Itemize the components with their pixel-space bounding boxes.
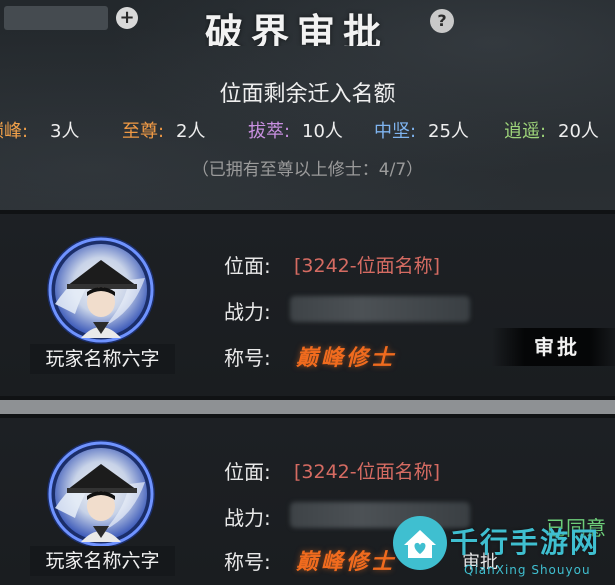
house-heart-logo-icon: [393, 516, 447, 570]
watermark-brand: 千行手游网: [450, 526, 601, 559]
add-currency-button[interactable]: +: [116, 7, 138, 29]
player-name: 玩家名称六字: [30, 546, 175, 576]
rank-title-label: 称号:: [224, 346, 271, 370]
quota-elite-label: 拔萃:: [248, 121, 291, 142]
approve-button[interactable]: 审批: [492, 328, 615, 366]
power-label: 战力:: [224, 506, 271, 530]
rank-title-label: 称号:: [224, 550, 271, 574]
player-name: 玩家名称六字: [30, 344, 175, 374]
watermark-url: QianXing Shouyou: [464, 563, 591, 577]
plane-label: 位面:: [224, 460, 271, 484]
plane-value: [3242-位面名称]: [294, 255, 441, 277]
page-title: 破界审批: [205, 10, 390, 46]
player-avatar-icon[interactable]: [45, 438, 157, 550]
quota-free-value: 20人: [558, 121, 599, 142]
card-divider: [0, 400, 615, 414]
applicant-card: 玩家名称六字 位面: [3242-位面名称] 战力: 称号: 巅峰修士 审批: [0, 210, 615, 400]
quota-list: 巅峰: 3人 至尊: 2人 拔萃: 10人 中坚: 25人 逍遥: 20人: [0, 117, 615, 145]
plane-label: 位面:: [224, 254, 271, 278]
power-label: 战力:: [224, 300, 271, 324]
quota-elite-value: 10人: [302, 121, 343, 142]
quota-core-value: 25人: [428, 121, 469, 142]
quota-note: （已拥有至尊以上修士：4/7）: [191, 160, 424, 180]
quota-peak-label: 巅峰:: [0, 121, 29, 142]
power-value-redacted: [290, 296, 470, 322]
quota-core-label: 中坚:: [374, 121, 417, 142]
plane-value: [3242-位面名称]: [294, 461, 441, 483]
quota-title: 位面剩余迁入名额: [219, 82, 396, 107]
quota-free-label: 逍遥:: [504, 121, 547, 142]
quota-peak-value: 3人: [50, 121, 80, 142]
currency-display: [4, 6, 108, 30]
quota-supreme-value: 2人: [176, 121, 206, 142]
rank-title-value: 巅峰修士: [296, 549, 397, 575]
quota-supreme-label: 至尊:: [122, 121, 165, 142]
rank-title-value: 巅峰修士: [296, 345, 397, 371]
header-panel: + 破界审批 ? 位面剩余迁入名额 巅峰: 3人 至尊: 2人 拔萃: 10人 …: [0, 0, 615, 210]
help-button[interactable]: ?: [430, 9, 454, 33]
player-avatar-icon[interactable]: [45, 234, 157, 346]
site-watermark: 千行手游网 QianXing Shouyou: [388, 515, 615, 585]
